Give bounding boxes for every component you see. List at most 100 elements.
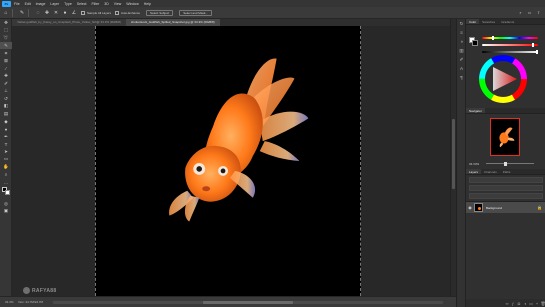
photoshop-logo[interactable]: Ps <box>2 0 11 7</box>
tab-paths[interactable]: Paths <box>500 169 514 174</box>
menu-window[interactable]: Window <box>126 2 138 6</box>
layer-row-background[interactable]: ◉ Background 🔒 <box>466 202 545 213</box>
lasso-icon[interactable]: ➰ <box>0 34 12 42</box>
more-icon[interactable]: … <box>0 178 12 186</box>
healing-icon[interactable]: ✚ <box>0 72 12 80</box>
new-selection-icon[interactable]: ◌ <box>35 10 41 16</box>
quick-select-icon[interactable]: ✎ <box>0 41 12 50</box>
quick-mask-icon[interactable]: ◎ <box>0 200 12 208</box>
stamp-icon[interactable]: ⊥ <box>0 87 12 95</box>
brightness-slider[interactable] <box>482 50 538 54</box>
select-subject-button[interactable]: Select Subject <box>146 9 174 16</box>
menu-filter[interactable]: Filter <box>92 2 100 6</box>
auto-enhance-checkbox[interactable]: Auto-Enhance <box>115 10 140 15</box>
tools-panel: ✥ ⬚ ➰ ✎ ⌗ ⊠ ⁄ ✚ ✐ ⊥ ↺ ◧ ▤ ◆ ● ✒ T ➤ ▭ ✋ … <box>0 19 12 296</box>
lock-fill-row[interactable] <box>469 193 543 199</box>
navigator-preview[interactable] <box>490 118 520 156</box>
hue-slider[interactable] <box>482 36 538 40</box>
document-canvas[interactable] <box>95 26 361 296</box>
path-select-icon[interactable]: ➤ <box>0 148 12 156</box>
navigator-zoom-slider[interactable] <box>486 161 534 166</box>
saturation-slider[interactable] <box>482 43 538 47</box>
navigator-zoom-value[interactable]: 33.33% <box>469 162 479 166</box>
tab-document-2[interactable]: shutterstock_Goldfish_Spilled_Snapshot.j… <box>125 19 220 26</box>
lock-icon[interactable]: 🔒 <box>537 205 542 210</box>
zoom-icon[interactable]: ⌕ <box>0 171 12 179</box>
menu-type[interactable]: Type <box>64 2 72 6</box>
saturation-slider-knob[interactable] <box>532 43 534 47</box>
layer-thumbnail-fish <box>478 207 481 210</box>
angle-icon[interactable]: ∠ <box>71 10 77 16</box>
workspace-icon[interactable]: ▭ <box>527 10 532 15</box>
home-icon[interactable]: ⌂ <box>3 10 9 16</box>
menu-help[interactable]: Help <box>144 2 151 6</box>
tab-color[interactable]: Color <box>466 19 480 24</box>
menu-bar: Ps File Edit Image Layer Type Select Fil… <box>0 0 545 7</box>
tab-gradients[interactable]: Gradients <box>498 19 517 24</box>
gradient-icon[interactable]: ▤ <box>0 110 12 118</box>
canvas-area[interactable]: RAFYA88 <box>12 26 450 296</box>
eraser-icon[interactable]: ◧ <box>0 103 12 111</box>
quick-select-tool-preset-icon[interactable]: ✎ <box>19 10 25 16</box>
background-color-swatch[interactable] <box>5 190 10 196</box>
layer-controls <box>466 177 545 202</box>
color-wheel[interactable] <box>479 55 527 103</box>
layer-thumbnail <box>474 203 483 212</box>
brush-icon[interactable]: ✐ <box>0 80 12 88</box>
menu-edit[interactable]: Edit <box>25 2 31 6</box>
visibility-eye-icon[interactable]: ◉ <box>466 205 474 210</box>
workspace-controls: ⌕ ▭ ⇪ <box>518 10 545 15</box>
share-icon[interactable]: ⇪ <box>536 10 541 15</box>
type-icon[interactable]: T <box>0 141 12 149</box>
doc-info[interactable]: Doc: 24.7M/24.7M <box>19 300 44 304</box>
vertical-scroll-thumb[interactable] <box>452 119 455 189</box>
menu-file[interactable]: File <box>14 2 20 6</box>
navigator-zoom-knob[interactable] <box>504 161 507 166</box>
menu-image[interactable]: Image <box>36 2 46 6</box>
menu-3d[interactable]: 3D <box>104 2 108 6</box>
rectangle-icon[interactable]: ▭ <box>0 156 12 164</box>
search-icon[interactable]: ⌕ <box>518 10 523 15</box>
menu-view[interactable]: View <box>114 2 122 6</box>
tab-navigator[interactable]: Navigator <box>466 108 485 113</box>
blur-icon[interactable]: ◆ <box>0 118 12 126</box>
tab-channels[interactable]: Channels <box>481 169 500 174</box>
tab-swatches[interactable]: Swatches <box>479 19 498 24</box>
subtract-from-selection-icon[interactable]: ✕ <box>53 10 59 16</box>
checkbox-box[interactable] <box>81 10 85 15</box>
history-brush-icon[interactable]: ↺ <box>0 95 12 103</box>
brush-size-icon[interactable]: ● <box>62 10 68 16</box>
move-icon[interactable]: ✥ <box>0 19 12 27</box>
delete-layer-icon[interactable]: 🗑 <box>540 301 545 306</box>
menu-select[interactable]: Select <box>77 2 87 6</box>
select-and-mask-button[interactable]: Select and Mask... <box>179 9 212 16</box>
screen-mode-icon[interactable]: ▣ <box>0 208 12 216</box>
pen-icon[interactable]: ✒ <box>0 133 12 141</box>
tab-document-1[interactable]: Yellow goldfish_by_Kassy_on_Unsplash_Pho… <box>12 19 126 26</box>
watermark-logo-icon <box>23 287 30 294</box>
layer-name[interactable]: Background <box>486 206 502 210</box>
crop-icon[interactable]: ⌗ <box>0 49 12 57</box>
add-to-selection-icon[interactable]: ✚ <box>44 10 50 16</box>
right-panels: Color Swatches Gradients Navigator 33.33… <box>465 19 545 307</box>
color-swatches[interactable] <box>0 186 12 200</box>
eyedropper-icon[interactable]: ⁄ <box>0 65 12 73</box>
blend-mode-select[interactable] <box>469 185 543 191</box>
dodge-icon[interactable]: ● <box>0 125 12 133</box>
brightness-slider-knob[interactable] <box>536 50 538 54</box>
layers-panel: Layers Channels Paths ◉ Background 🔒 ∞ ƒ… <box>466 169 545 307</box>
tab-layers[interactable]: Layers <box>466 169 482 174</box>
marquee-icon[interactable]: ⬚ <box>0 27 12 35</box>
hand-icon[interactable]: ✋ <box>0 163 12 171</box>
horizontal-scrollbar[interactable] <box>53 300 444 304</box>
layer-filter-kind[interactable] <box>469 177 543 183</box>
sample-all-layers-checkbox[interactable]: Sample All Layers <box>81 10 111 15</box>
checkbox-box[interactable] <box>115 10 120 15</box>
hue-slider-knob[interactable] <box>492 36 494 40</box>
frame-icon[interactable]: ⊠ <box>0 57 12 65</box>
color-background-swatch[interactable] <box>472 40 478 46</box>
options-bar: ⌂ ✎ ◌ ✚ ✕ ● ∠ Sample All Layers Auto-Enh… <box>0 7 545 19</box>
menu-layer[interactable]: Layer <box>50 2 59 6</box>
horizontal-scroll-thumb[interactable] <box>203 300 294 304</box>
zoom-level[interactable]: 33.3% <box>5 300 14 304</box>
